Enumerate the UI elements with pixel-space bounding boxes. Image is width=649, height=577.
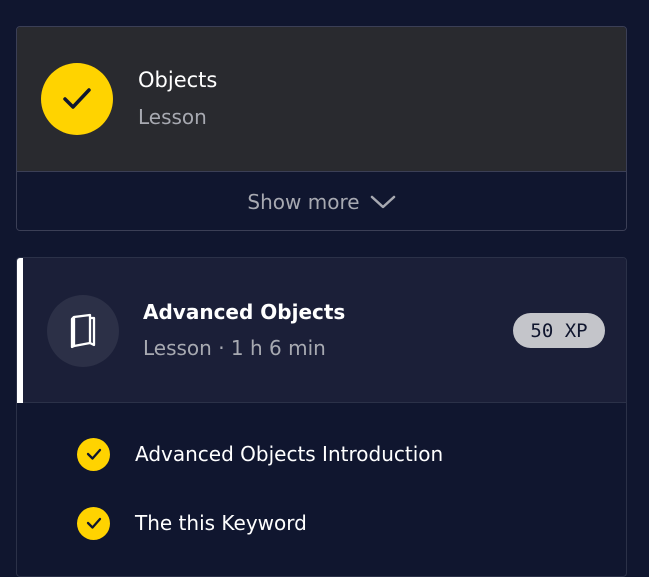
lesson-item-label: The this Keyword [135, 511, 307, 535]
active-indicator [17, 258, 23, 403]
chevron-down-icon [370, 195, 395, 208]
checkmark-icon [77, 506, 110, 540]
lesson-item[interactable]: Advanced Objects Introduction [77, 437, 444, 471]
lesson-type: Lesson [138, 105, 207, 129]
current-lesson-card: Advanced Objects Lesson · 1 h 6 min 50 X… [16, 257, 627, 577]
completed-lesson-header[interactable]: Objects Lesson [17, 27, 626, 172]
xp-badge: 50 XP [513, 313, 605, 348]
lesson-title: Advanced Objects [143, 300, 346, 324]
show-more-button[interactable]: Show more [17, 172, 626, 230]
checkmark-icon [77, 437, 110, 471]
lesson-item[interactable]: The this Keyword [77, 506, 307, 540]
lesson-meta: Lesson · 1 h 6 min [143, 336, 326, 360]
lesson-item-label: Advanced Objects Introduction [135, 442, 444, 466]
checkmark-icon [41, 63, 113, 135]
book-icon [47, 295, 119, 367]
show-more-label: Show more [247, 189, 360, 214]
current-lesson-header[interactable]: Advanced Objects Lesson · 1 h 6 min 50 X… [17, 258, 626, 403]
completed-lesson-card: Objects Lesson Show more [16, 26, 627, 231]
lesson-title: Objects [138, 68, 218, 92]
